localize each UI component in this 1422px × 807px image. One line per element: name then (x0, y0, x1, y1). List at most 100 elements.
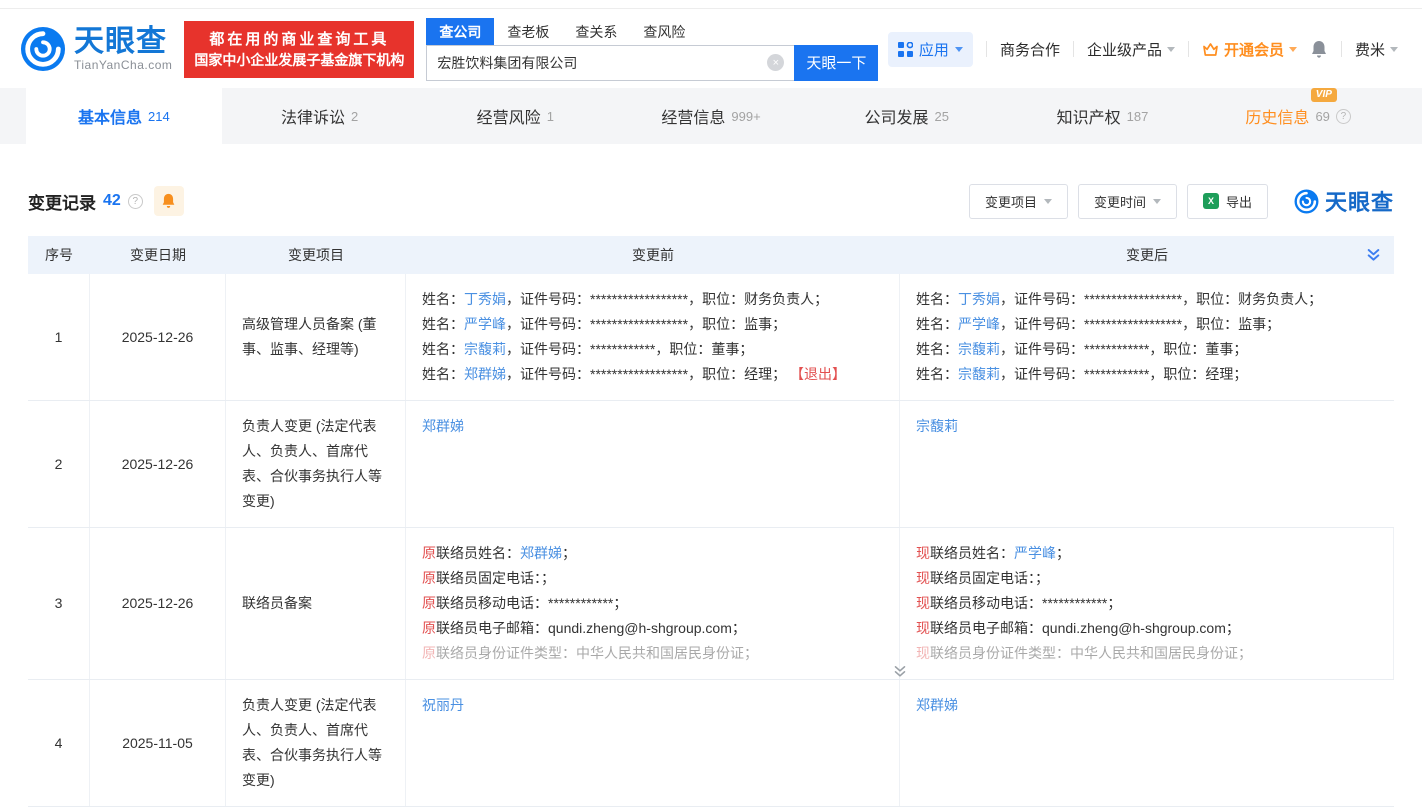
tab-label: 公司发展 (864, 104, 928, 128)
person-link[interactable]: 丁秀娟 (958, 291, 1000, 307)
after-cell: 姓名：丁秀娟，证件号码：******************，职位：财务负责人；… (900, 274, 1394, 400)
before-cell: 祝丽丹 (406, 680, 900, 806)
after-cell: 现联络员姓名：严学峰；现联络员固定电话：；现联络员移动电话：**********… (900, 528, 1394, 679)
watermark-brand-text: 天眼查 (1325, 185, 1394, 217)
chevron-down-icon (1390, 47, 1398, 52)
nav-biz-coop[interactable]: 商务合作 (1000, 39, 1060, 60)
apps-menu[interactable]: 应用 (888, 32, 973, 67)
column-header: 变更后 (900, 245, 1394, 265)
apps-label: 应用 (919, 39, 949, 60)
crown-icon (1202, 42, 1219, 57)
section-actions: 变更项目 变更时间 X 导出 天眼查 (969, 184, 1394, 219)
tab-label: 经营信息 (661, 104, 725, 128)
person-link[interactable]: 祝丽丹 (422, 697, 464, 713)
red-mark: 【退出】 (790, 366, 846, 382)
person-link[interactable]: 严学峰 (464, 316, 506, 332)
tab-item[interactable]: 基本信息214 (26, 88, 222, 144)
person-link[interactable]: 丁秀娟 (464, 291, 506, 307)
column-header: 序号 (28, 245, 90, 265)
item-cell: 负责人变更 (法定代表人、负责人、首席代表、合伙事务执行人等变更) (226, 401, 406, 527)
tab-count: 214 (148, 109, 170, 124)
item-text: 负责人变更 (法定代表人、负责人、首席代表、合伙事务执行人等变更) (242, 693, 389, 793)
user-menu[interactable]: 费米 (1355, 39, 1398, 60)
site-header: 天眼查 TianYanCha.com 都在用的商业查询工具 国家中小企业发展子基… (0, 0, 1422, 88)
person-link[interactable]: 严学峰 (1014, 545, 1056, 561)
tab-item[interactable]: 知识产权187 (1005, 88, 1201, 144)
expand-icon[interactable] (893, 664, 907, 678)
collapse-all-icon[interactable] (1366, 247, 1381, 265)
person-link[interactable]: 宗馥莉 (958, 366, 1000, 382)
tab-count: 2 (351, 109, 358, 124)
monitor-bell-button[interactable] (154, 186, 184, 216)
person-link[interactable]: 郑群娣 (916, 697, 958, 713)
person-link[interactable]: 严学峰 (958, 316, 1000, 332)
change-line: 现联络员姓名：严学峰； (916, 541, 1377, 566)
nav-divider (1341, 41, 1342, 57)
search-button[interactable]: 天眼一下 (794, 45, 878, 81)
column-header: 变更前 (406, 245, 900, 265)
nav-divider (986, 41, 987, 57)
person-link[interactable]: 宗馥莉 (958, 341, 1000, 357)
change-line: 现联络员身份证件类型：中华人民共和国居民身份证； (916, 641, 1377, 666)
before-cell: 原联络员姓名：郑群娣；原联络员固定电话：；原联络员移动电话：**********… (406, 528, 900, 679)
section-header: 变更记录 42 ? 变更项目变更时间 X 导出 (28, 182, 1394, 220)
chevron-down-icon (1044, 199, 1052, 204)
person-link[interactable]: 郑群娣 (422, 418, 464, 434)
search-tab[interactable]: 查公司 (426, 18, 494, 45)
notification-bell-icon[interactable] (1310, 40, 1328, 59)
filter-button[interactable]: 变更时间 (1078, 184, 1177, 219)
tab-item[interactable]: 法律诉讼2 (222, 88, 418, 144)
item-text: 联络员备案 (242, 591, 312, 616)
tab-label: 历史信息 (1245, 104, 1309, 128)
date-cell: 2025-12-26 (90, 401, 226, 527)
site-logo[interactable]: 天眼查 TianYanCha.com (20, 26, 172, 72)
tab-item[interactable]: 公司发展25 (809, 88, 1005, 144)
person-link[interactable]: 郑群娣 (520, 545, 562, 561)
table-body: 12025-12-26高级管理人员备案 (董事、监事、经理等)姓名：丁秀娟，证件… (28, 274, 1394, 807)
after-cell: 郑群娣 (900, 680, 1394, 806)
tab-item[interactable]: 经营风险1 (417, 88, 613, 144)
filter-button[interactable]: 变更项目 (969, 184, 1068, 219)
help-icon: ? (1336, 109, 1351, 124)
search-input-wrap: × (426, 45, 794, 81)
change-line: 姓名：宗馥莉，证件号码：************，职位：董事； (916, 337, 1378, 362)
search-input[interactable] (437, 55, 767, 71)
seq-cell: 1 (28, 274, 90, 400)
change-line: 姓名：丁秀娟，证件号码：******************，职位：财务负责人； (422, 287, 883, 312)
tab-count: 1 (547, 109, 554, 124)
search-tab[interactable]: 查老板 (494, 18, 562, 45)
tab-count: 69 (1315, 109, 1329, 124)
tab-item[interactable]: 经营信息999+ (613, 88, 809, 144)
person-link[interactable]: 宗馥莉 (464, 341, 506, 357)
column-header: 变更项目 (226, 245, 406, 265)
red-mark: 现 (916, 570, 930, 586)
change-line: 姓名：严学峰，证件号码：******************，职位：监事； (916, 312, 1378, 337)
tab-count: 187 (1127, 109, 1149, 124)
search-tab[interactable]: 查风险 (630, 18, 698, 45)
person-link[interactable]: 郑群娣 (464, 366, 506, 382)
red-mark: 现 (916, 620, 930, 636)
filter-label: 变更项目 (985, 192, 1037, 211)
red-mark: 原 (422, 570, 436, 586)
slogan-line1: 都在用的商业查询工具 (194, 29, 404, 50)
help-icon[interactable]: ? (128, 194, 143, 209)
change-line: 现联络员固定电话：； (916, 566, 1377, 591)
brand-watermark: 天眼查 (1294, 185, 1394, 217)
person-link[interactable]: 宗馥莉 (916, 418, 958, 434)
tab-item[interactable]: 历史信息69VIP? (1200, 88, 1396, 144)
tab-inner: 知识产权187 (1057, 104, 1149, 128)
change-line: 宗馥莉 (916, 414, 1378, 439)
change-line: 姓名：郑群娣，证件号码：******************，职位：经理； 【退… (422, 362, 883, 387)
brand-domain: TianYanCha.com (74, 58, 172, 72)
nav-biz-coop-label: 商务合作 (1000, 39, 1060, 60)
search-tab[interactable]: 查关系 (562, 18, 630, 45)
seq-cell: 3 (28, 528, 90, 679)
seq-cell: 2 (28, 401, 90, 527)
clear-icon[interactable]: × (767, 54, 784, 71)
change-line: 姓名：丁秀娟，证件号码：******************，职位：财务负责人； (916, 287, 1378, 312)
export-button[interactable]: X 导出 (1187, 184, 1268, 219)
page-top-divider (0, 8, 1422, 9)
nav-enterprise[interactable]: 企业级产品 (1087, 39, 1175, 60)
change-line: 现联络员电子邮箱：qundi.zheng@h-shgroup.com； (916, 616, 1377, 641)
nav-open-vip[interactable]: 开通会员 (1202, 39, 1297, 60)
